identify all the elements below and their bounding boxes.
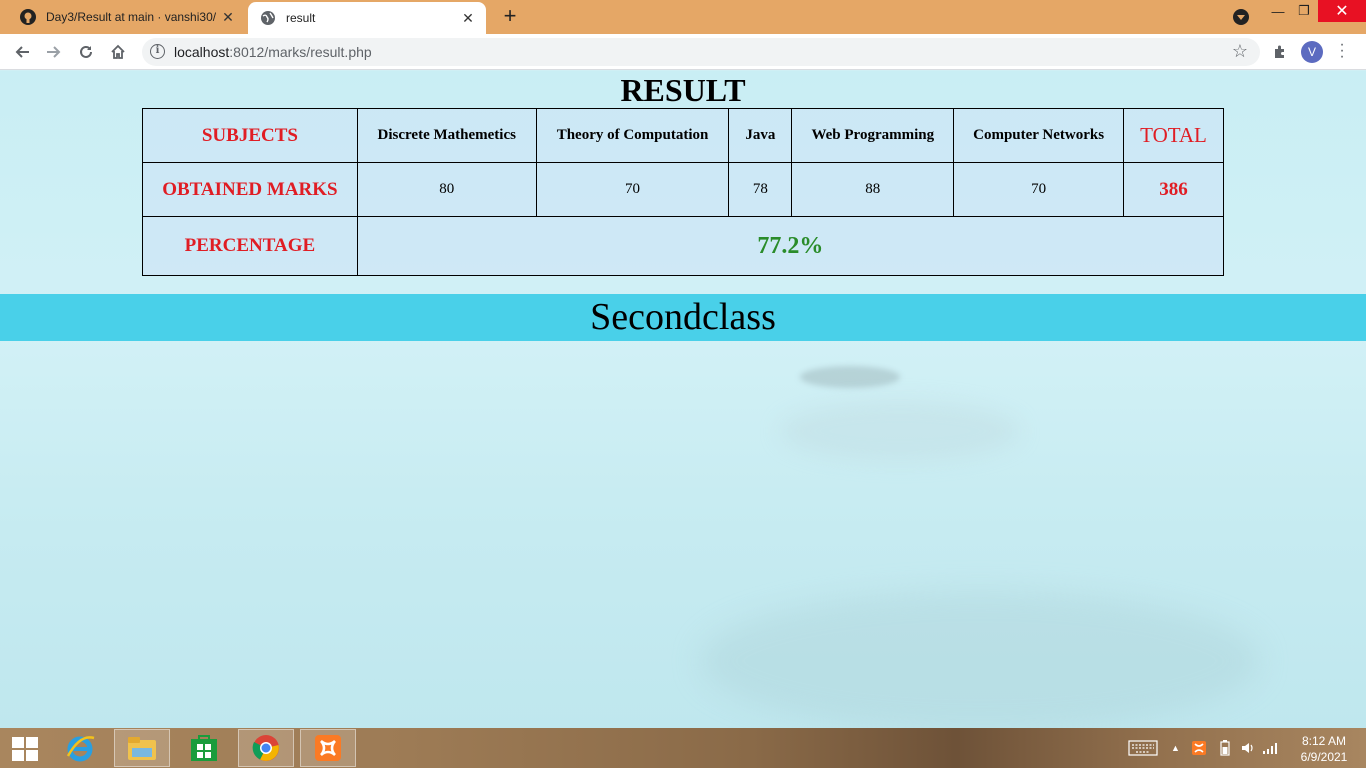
total-label: TOTAL <box>1123 108 1224 163</box>
xampp-tray-icon[interactable] <box>1191 728 1207 768</box>
subject-cell: Web Programming <box>791 108 955 163</box>
obtained-marks-label: OBTAINED MARKS <box>142 162 358 217</box>
percentage-row: PERCENTAGE 77.2% <box>142 216 1225 276</box>
system-clock[interactable]: 8:12 AM 6/9/2021 <box>1292 733 1356 765</box>
clock-time: 8:12 AM <box>1301 734 1347 748</box>
new-tab-button[interactable]: + <box>498 5 522 29</box>
reload-icon[interactable] <box>74 40 98 64</box>
volume-icon[interactable] <box>1240 728 1256 768</box>
tab-title: result <box>286 11 316 25</box>
close-icon[interactable]: ✕ <box>456 10 480 27</box>
extensions-icon[interactable] <box>1268 40 1292 64</box>
forward-icon[interactable] <box>42 40 66 64</box>
clock-date: 6/9/2021 <box>1300 750 1348 764</box>
tab-search-icon[interactable] <box>1233 9 1249 25</box>
globe-icon <box>260 10 276 26</box>
battery-icon[interactable] <box>1220 728 1230 768</box>
page-viewport: RESULT SUBJECTS Discrete Mathemetics The… <box>0 71 1366 728</box>
bookmark-star-icon[interactable]: ☆ <box>1232 41 1248 62</box>
back-icon[interactable] <box>10 40 34 64</box>
tab-title: Day3/Result at main · vanshi30/D <box>46 10 216 24</box>
marks-row: OBTAINED MARKS 80 70 78 88 70 386 <box>142 162 1224 217</box>
windows-taskbar: ▲ 8:12 AM 6/9/2021 <box>0 728 1366 768</box>
store-icon[interactable] <box>176 729 232 767</box>
keyboard-icon[interactable] <box>1128 728 1158 768</box>
minimize-button[interactable]: — <box>1266 0 1290 22</box>
total-value: 386 <box>1123 162 1224 217</box>
tab-github[interactable]: Day3/Result at main · vanshi30/D ✕ <box>8 0 246 34</box>
subjects-label: SUBJECTS <box>142 108 358 163</box>
github-icon <box>20 9 36 25</box>
subject-cell: Java <box>728 108 793 163</box>
mark-cell: 78 <box>728 162 793 217</box>
tab-result[interactable]: result ✕ <box>248 2 486 34</box>
class-result-banner: Secondclass <box>0 294 1366 341</box>
result-table: SUBJECTS Discrete Mathemetics Theory of … <box>142 108 1225 276</box>
percentage-label: PERCENTAGE <box>142 216 358 276</box>
file-explorer-icon[interactable] <box>114 729 170 767</box>
restore-button[interactable]: ❐ <box>1292 0 1316 22</box>
subjects-row: SUBJECTS Discrete Mathemetics Theory of … <box>142 108 1224 163</box>
mark-cell: 80 <box>356 162 537 217</box>
network-signal-icon[interactable] <box>1262 728 1280 768</box>
chrome-icon[interactable] <box>238 729 294 767</box>
close-window-button[interactable]: ✕ <box>1318 0 1366 22</box>
info-icon[interactable]: i <box>150 44 165 59</box>
mark-cell: 70 <box>953 162 1125 217</box>
percentage-value: 77.2% <box>356 216 1225 276</box>
background-smear <box>700 591 1260 728</box>
show-hidden-icons-icon[interactable]: ▲ <box>1171 728 1180 768</box>
background-smear <box>800 366 900 388</box>
internet-explorer-icon[interactable] <box>52 729 108 767</box>
mark-cell: 88 <box>791 162 955 217</box>
browser-tab-bar: Day3/Result at main · vanshi30/D ✕ resul… <box>0 0 1366 34</box>
mark-cell: 70 <box>535 162 730 217</box>
url-text: localhost:8012/marks/result.php <box>174 44 372 60</box>
page-title: RESULT <box>620 72 746 108</box>
home-icon[interactable] <box>106 40 130 64</box>
background-smear <box>780 401 1020 461</box>
windows-start-icon[interactable] <box>12 737 38 761</box>
browser-toolbar: i localhost:8012/marks/result.php ☆ V · ·… <box>0 34 1366 70</box>
close-icon[interactable]: ✕ <box>216 9 240 26</box>
address-bar[interactable]: i localhost:8012/marks/result.php ☆ <box>142 38 1260 66</box>
menu-icon[interactable]: · · · <box>1336 37 1348 65</box>
subject-cell: Computer Networks <box>953 108 1125 163</box>
xampp-icon[interactable] <box>300 729 356 767</box>
subject-cell: Theory of Computation <box>535 108 730 163</box>
subject-cell: Discrete Mathemetics <box>356 108 537 163</box>
profile-avatar[interactable]: V <box>1301 41 1323 63</box>
